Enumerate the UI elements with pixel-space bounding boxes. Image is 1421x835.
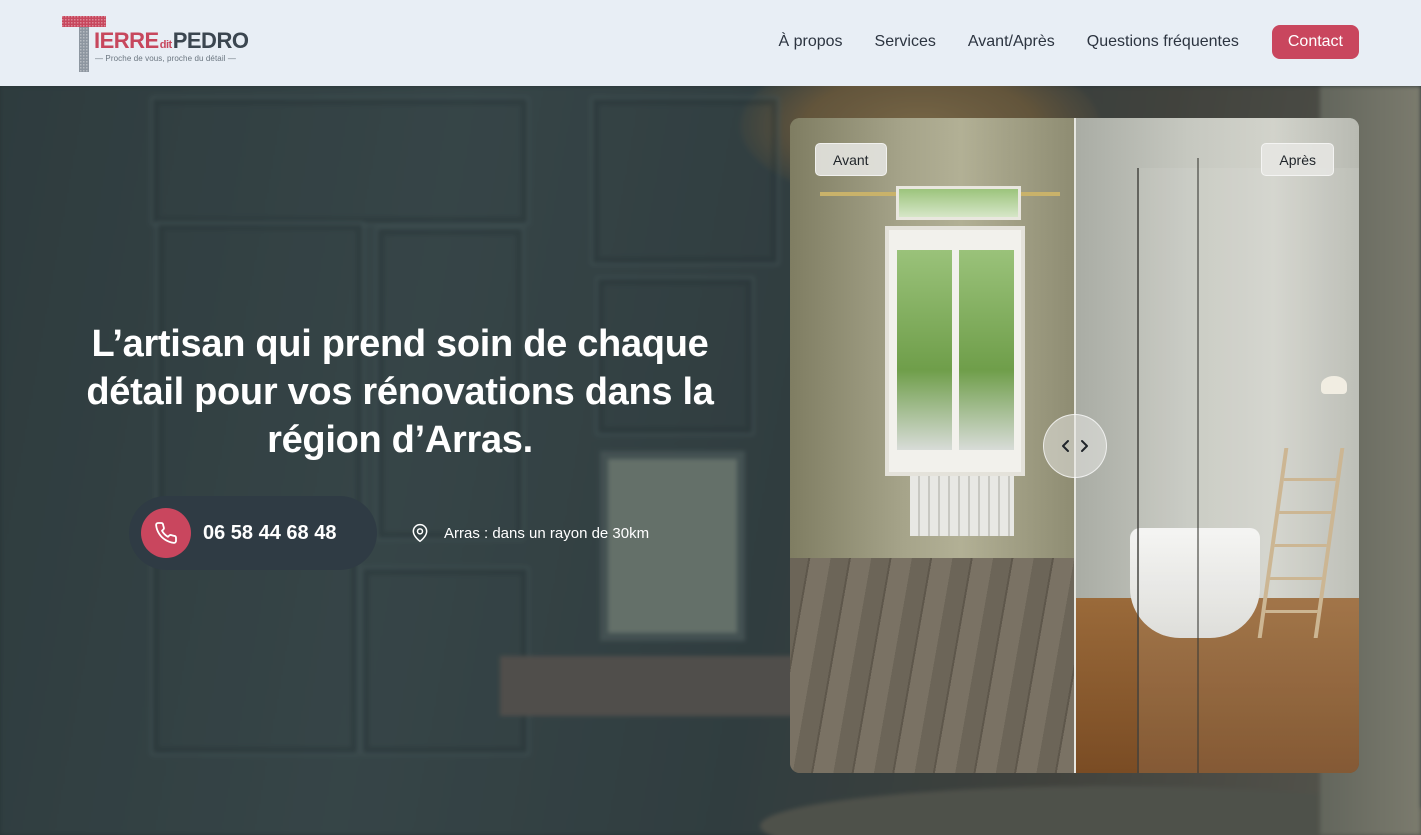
main-nav: À propos Services Avant/Après Questions … xyxy=(778,25,1359,59)
logo-word-pedro: PEDRO xyxy=(172,28,249,53)
logo-tagline: — Proche de vous, proche du détail — xyxy=(95,54,237,63)
logo-wordmark: IERREditPEDRO xyxy=(94,28,249,54)
site-logo[interactable]: IERREditPEDRO — Proche de vous, proche d… xyxy=(62,10,252,74)
before-after-slider[interactable]: Avant Après xyxy=(790,118,1359,773)
phone-icon xyxy=(155,522,177,544)
after-image xyxy=(1075,118,1359,773)
nav-link-services[interactable]: Services xyxy=(875,33,936,51)
map-pin-icon xyxy=(412,523,428,543)
phone-call-button[interactable]: 06 58 44 68 48 xyxy=(129,496,377,570)
service-area-text: Arras : dans un rayon de 30km xyxy=(444,524,650,542)
site-header: IERREditPEDRO — Proche de vous, proche d… xyxy=(0,0,1421,86)
nav-link-avant-apres[interactable]: Avant/Après xyxy=(968,33,1055,51)
hero-section: L’artisan qui prend soin de chaque détai… xyxy=(0,86,1421,835)
after-label: Après xyxy=(1261,143,1334,176)
slider-handle[interactable] xyxy=(1043,414,1107,478)
hero-headline: L’artisan qui prend soin de chaque détai… xyxy=(86,323,714,461)
logo-word-dit: dit xyxy=(159,39,172,51)
nav-link-questions-frequentes[interactable]: Questions fréquentes xyxy=(1087,33,1239,51)
before-image xyxy=(790,118,1075,773)
nav-link-a-propos[interactable]: À propos xyxy=(778,33,842,51)
phone-icon-circle xyxy=(141,508,191,558)
before-label: Avant xyxy=(815,143,887,176)
chevron-right-icon xyxy=(1081,440,1088,452)
service-area: Arras : dans un rayon de 30km xyxy=(410,522,649,544)
contact-button[interactable]: Contact xyxy=(1271,25,1359,59)
logo-word-pierre: IERRE xyxy=(94,28,159,53)
phone-number: 06 58 44 68 48 xyxy=(203,521,337,544)
chevron-left-icon xyxy=(1062,440,1069,452)
